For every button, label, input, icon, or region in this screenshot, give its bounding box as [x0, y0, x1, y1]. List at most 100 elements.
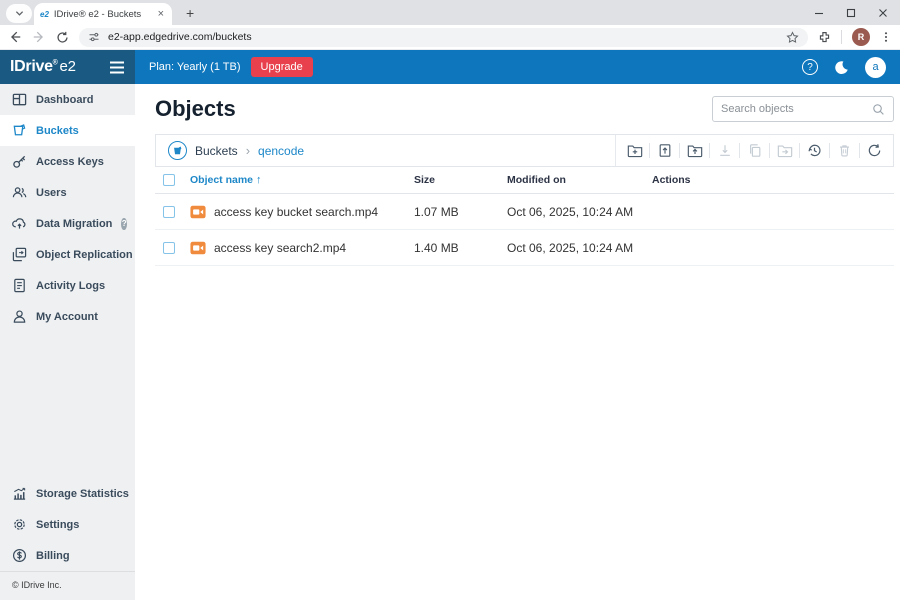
table-header-row: Object name ↑ Size Modified on Actions [155, 167, 894, 194]
help-icon[interactable]: ? [802, 59, 818, 75]
sidebar-item-access-keys[interactable]: Access Keys [0, 146, 135, 177]
object-name[interactable]: access key bucket search.mp4 [214, 205, 378, 219]
dashboard-icon [12, 92, 27, 107]
table-row[interactable]: access key bucket search.mp4 1.07 MB Oct… [155, 194, 894, 230]
chevron-down-icon [15, 9, 24, 18]
reload-button[interactable] [56, 31, 69, 44]
bucket-home-icon[interactable] [168, 141, 187, 160]
sidebar-item-label: Storage Statistics [36, 488, 129, 500]
person-icon [12, 309, 27, 324]
breadcrumb-separator: › [246, 143, 250, 158]
column-header-modified: Modified on [507, 174, 652, 186]
object-name[interactable]: access key search2.mp4 [214, 241, 346, 255]
row-checkbox[interactable] [163, 242, 175, 254]
sidebar-item-label: Billing [36, 550, 70, 562]
browser-address-bar: e2-app.edgedrive.com/buckets R [0, 25, 900, 50]
sidebar-item-label: Buckets [36, 125, 79, 137]
sidebar-item-label: Data Migration [36, 218, 112, 230]
logo-area: IDrive®e2 [0, 50, 135, 84]
sort-ascending-icon: ↑ [256, 174, 262, 186]
e2-favicon-icon: e2 [40, 10, 49, 19]
sidebar-item-dashboard[interactable]: Dashboard [0, 84, 135, 115]
gear-icon [12, 517, 27, 532]
sidebar-item-buckets[interactable]: Buckets [0, 115, 135, 146]
main-content: Objects Buckets › qencode [135, 84, 900, 600]
activity-logs-icon [12, 278, 27, 293]
bookmark-star-icon[interactable] [786, 31, 799, 44]
delete-button[interactable] [830, 135, 859, 166]
sidebar-item-label: Activity Logs [36, 280, 105, 292]
tab-title: IDrive® e2 - Buckets [54, 9, 151, 20]
account-avatar[interactable]: a [865, 57, 886, 78]
column-header-object-name[interactable]: Object name ↑ [190, 174, 414, 186]
new-tab-button[interactable]: + [180, 5, 200, 21]
move-button[interactable] [770, 135, 799, 166]
select-all-checkbox[interactable] [163, 174, 175, 186]
forward-button[interactable] [32, 30, 46, 44]
dark-mode-moon-icon[interactable] [834, 60, 849, 75]
page-title: Objects [155, 96, 236, 122]
plan-label: Plan: Yearly (1 TB) [149, 61, 241, 73]
object-size: 1.07 MB [414, 205, 507, 219]
search-input[interactable] [721, 103, 872, 115]
sidebar-item-settings[interactable]: Settings [0, 509, 135, 540]
object-modified: Oct 06, 2025, 10:24 AM [507, 205, 652, 219]
table-row[interactable]: access key search2.mp4 1.40 MB Oct 06, 2… [155, 230, 894, 266]
refresh-button[interactable] [860, 135, 889, 166]
upgrade-button[interactable]: Upgrade [251, 57, 313, 77]
download-button[interactable] [710, 135, 739, 166]
create-folder-button[interactable] [620, 135, 649, 166]
sidebar: Dashboard Buckets Access Keys Users Data… [0, 84, 135, 600]
extensions-icon[interactable] [818, 31, 831, 44]
sidebar-item-label: Access Keys [36, 156, 104, 168]
breadcrumb-current-bucket[interactable]: qencode [258, 144, 304, 158]
object-size: 1.40 MB [414, 241, 507, 255]
cloud-migration-icon [12, 216, 27, 231]
upload-folder-button[interactable] [680, 135, 709, 166]
column-header-actions: Actions [652, 174, 894, 186]
sidebar-item-storage-statistics[interactable]: Storage Statistics [0, 478, 135, 509]
dollar-icon [12, 548, 27, 563]
video-file-icon [190, 205, 206, 219]
site-info-icon[interactable] [88, 31, 100, 43]
sidebar-item-billing[interactable]: Billing [0, 540, 135, 571]
back-button[interactable] [8, 30, 22, 44]
row-checkbox[interactable] [163, 206, 175, 218]
upload-file-button[interactable] [650, 135, 679, 166]
bar-chart-icon [12, 486, 27, 501]
sidebar-item-data-migration[interactable]: Data Migration ? [0, 208, 135, 239]
browser-menu-icon[interactable] [880, 31, 892, 43]
breadcrumb-buckets[interactable]: Buckets [195, 144, 238, 158]
copyright-text: © IDrive Inc. [0, 571, 135, 600]
app-header: IDrive®e2 Plan: Yearly (1 TB) Upgrade ? … [0, 50, 900, 84]
url-field[interactable]: e2-app.edgedrive.com/buckets [79, 28, 808, 47]
sidebar-item-activity-logs[interactable]: Activity Logs [0, 270, 135, 301]
sidebar-item-users[interactable]: Users [0, 177, 135, 208]
search-box [712, 96, 894, 122]
divider [841, 30, 842, 44]
sidebar-item-object-replication[interactable]: Object Replication NEW ? [0, 239, 135, 270]
column-header-size: Size [414, 174, 507, 186]
window-close-button[interactable] [878, 8, 888, 18]
sidebar-item-label: Users [36, 187, 67, 199]
window-maximize-button[interactable] [846, 8, 856, 18]
breadcrumb-toolbar: Buckets › qencode [155, 134, 894, 167]
browser-tab-bar: e2 IDrive® e2 - Buckets × + [0, 0, 900, 25]
help-icon[interactable]: ? [121, 218, 127, 230]
tab-close-icon[interactable]: × [156, 8, 166, 20]
key-icon [12, 154, 27, 169]
search-icon[interactable] [872, 103, 885, 116]
object-toolbar [615, 135, 893, 166]
browser-profile-avatar[interactable]: R [852, 28, 870, 46]
hamburger-menu-icon[interactable] [109, 61, 125, 74]
url-text: e2-app.edgedrive.com/buckets [108, 31, 778, 43]
sidebar-item-label: Dashboard [36, 94, 93, 106]
bucket-icon [12, 123, 27, 138]
versions-history-button[interactable] [800, 135, 829, 166]
window-minimize-button[interactable] [814, 8, 824, 18]
tab-search-button[interactable] [6, 4, 32, 23]
copy-button[interactable] [740, 135, 769, 166]
sidebar-item-label: My Account [36, 311, 98, 323]
sidebar-item-my-account[interactable]: My Account [0, 301, 135, 332]
browser-tab[interactable]: e2 IDrive® e2 - Buckets × [34, 3, 172, 25]
